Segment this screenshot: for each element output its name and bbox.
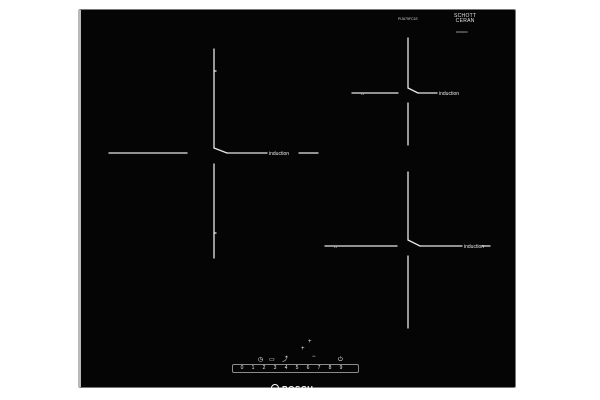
small-code-text: 0000000 (456, 30, 468, 34)
level-8[interactable]: 8 (325, 365, 335, 371)
model-text: PIJ675FC1E (398, 17, 418, 21)
bottom-right-zone-label: induction (464, 244, 485, 250)
level-2[interactable]: 2 (259, 365, 269, 371)
plus-small-icon[interactable]: + (308, 339, 312, 345)
power-icon[interactable]: ⏻ (338, 357, 343, 363)
level-7[interactable]: 7 (314, 365, 324, 371)
bottom-right-zone-corner (407, 239, 421, 247)
cooking-zone-markings (108, 37, 491, 329)
left-zone-label: induction (269, 151, 290, 157)
brand-name: BOSCH (282, 385, 314, 394)
top-right-zone-label: induction (439, 91, 460, 97)
level-6[interactable]: 6 (303, 365, 313, 371)
bosch-logo-icon (271, 384, 279, 392)
power-boost-icon[interactable]: ⤴ (282, 357, 288, 363)
level-1[interactable]: 1 (248, 365, 258, 371)
brand-line-2: CERAN (455, 18, 475, 24)
left-zone-corner (213, 147, 228, 154)
timer-icon[interactable]: ◷ (258, 357, 263, 363)
bottom-right-aux-label: ↔ (333, 244, 338, 250)
lock-icon[interactable]: ▭ (269, 357, 275, 363)
top-right-aux-label: ↔ (360, 91, 365, 97)
top-right-zone-corner (407, 87, 419, 94)
level-4[interactable]: 4 (281, 365, 291, 371)
level-9[interactable]: 9 (336, 365, 346, 371)
glass-brand-mark: SCHOTT CERAN (454, 14, 476, 24)
level-3[interactable]: 3 (270, 365, 280, 371)
level-5[interactable]: 5 (292, 365, 302, 371)
minus-icon[interactable]: − (312, 354, 316, 360)
level-0[interactable]: 0 (237, 365, 247, 371)
plus-icon[interactable]: + (301, 346, 305, 352)
